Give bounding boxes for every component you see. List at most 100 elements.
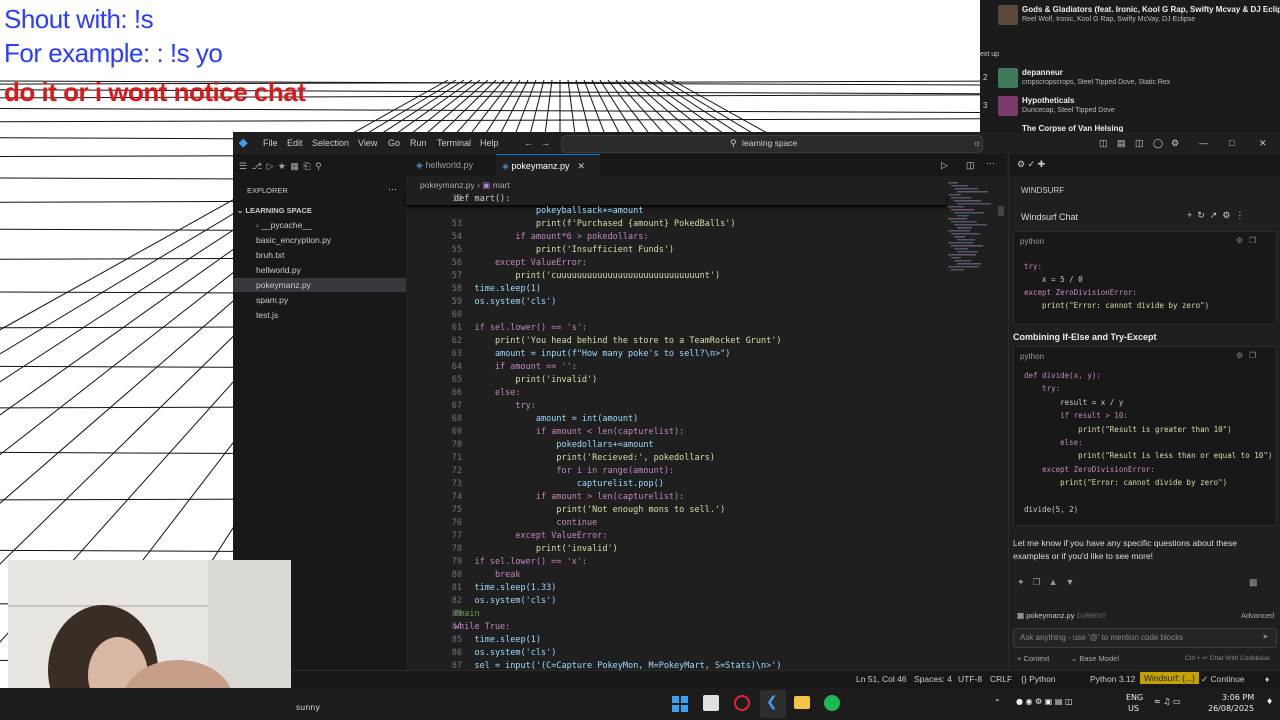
send-icon[interactable]: ➤ [1262, 632, 1269, 641]
windsurf-status-badge[interactable]: Windsurf: {...} [1140, 672, 1200, 684]
vscode-taskbar-active[interactable]: ❮ [760, 690, 786, 718]
account-icon[interactable]: ◯ [1153, 138, 1163, 149]
copilot-icon[interactable]: ☼ [973, 138, 981, 148]
more-icon[interactable]: ⋯ [986, 158, 995, 169]
notification-bell-icon[interactable]: ♦ [1266, 697, 1273, 706]
command-center-search[interactable]: ⚲ learning space [561, 135, 983, 153]
code-row[interactable]: 59 os.system('cls') [406, 297, 946, 310]
tree-item-selected[interactable]: pokeymanz.py [256, 280, 311, 290]
queue-item[interactable]: 2 depanneur cropscropscrops, Steel Tippe… [980, 68, 1280, 94]
panel-icons[interactable]: ⚙ ✓ ✚ [1017, 159, 1045, 170]
code-row[interactable]: 80 break [406, 570, 946, 583]
menu-selection[interactable]: Selection [312, 138, 349, 148]
chat-toolbar-icons[interactable]: +↻↗⚙⋮ [1187, 210, 1249, 221]
tree-item[interactable]: bruh.txt [256, 250, 284, 260]
tree-item[interactable]: test.js [256, 310, 278, 320]
chevron-up-icon[interactable]: ⌃ [994, 698, 1001, 707]
line-ending[interactable]: CRLF [990, 674, 1012, 684]
code-row[interactable]: 83 #main [406, 609, 946, 622]
code-row[interactable]: 76 continue [406, 518, 946, 531]
tree-item[interactable]: hellworld.py [256, 265, 301, 275]
code-row[interactable]: 61 if sel.lower() == 's': [406, 323, 946, 336]
menu-go[interactable]: Go [388, 138, 400, 148]
folder-header[interactable]: ⌄ LEARNING SPACE [237, 206, 312, 215]
maximize-icon[interactable]: □ [1229, 138, 1234, 148]
code-row[interactable]: 85 time.sleep(1) [406, 635, 946, 648]
code-row[interactable]: 58 time.sleep(1) [406, 284, 946, 297]
code-row[interactable]: 79 if sel.lower() == 'x': [406, 557, 946, 570]
feedback-icons[interactable]: ✦❐▲▼ [1017, 577, 1082, 588]
settings-gear-icon[interactable]: ⚙ [1171, 138, 1179, 149]
code-row[interactable]: 71 print('Recieved:', pokedollars) [406, 453, 946, 466]
scrollbar[interactable] [998, 206, 1004, 216]
code-row[interactable]: 73 capturelist.pop() [406, 479, 946, 492]
language-mode[interactable]: {} Python [1021, 674, 1056, 684]
menu-help[interactable]: Help [480, 138, 499, 148]
code-row[interactable]: 67 try: [406, 401, 946, 414]
code-row[interactable]: 77 except ValueError: [406, 531, 946, 544]
code-row[interactable]: 69 if amount < len(capturelist): [406, 427, 946, 440]
start-button[interactable] [672, 696, 688, 712]
code-row[interactable]: 86 os.system('cls') [406, 648, 946, 661]
menu-edit[interactable]: Edit [287, 138, 303, 148]
continue-status[interactable]: ✓ Continue [1201, 674, 1245, 685]
split-editor-icon[interactable]: ◫ [966, 160, 975, 171]
code-row[interactable]: 57 print('cuuuuuuuuuuuuuuuuuuuuuuuuuuuun… [406, 271, 946, 284]
tree-item[interactable]: spam.py [256, 295, 288, 305]
tab-pokeymanz[interactable]: ◈ pokeymanz.py ✕ [496, 154, 600, 177]
code-row[interactable]: 84 while True: [406, 622, 946, 635]
context-file-pill[interactable]: ▦ pokeymanz.py CURRENT [1017, 611, 1106, 620]
code-row[interactable]: 60 [406, 310, 946, 323]
tree-item[interactable]: › __pycache__ [256, 220, 312, 230]
indent-spaces[interactable]: Spaces: 4 [914, 674, 952, 684]
minimize-icon[interactable]: — [1199, 138, 1208, 148]
context-button[interactable]: + Context [1017, 654, 1049, 663]
tab-hellworld[interactable]: ◈ hellworld.py [416, 154, 496, 176]
menu-run[interactable]: Run [410, 138, 427, 148]
now-playing-row[interactable]: Gods & Gladiators (feat. Ironic, Kool G … [980, 5, 1280, 31]
bell-icon[interactable]: ♦ [1265, 674, 1269, 684]
code-row[interactable]: 56 except ValueError: [406, 258, 946, 271]
more-actions-icon[interactable]: ⋯ [388, 184, 397, 195]
chat-input[interactable]: Ask anything - use '@' to mention code b… [1013, 628, 1277, 648]
code-row[interactable]: 75 print('Not enough mons to sell.') [406, 505, 946, 518]
tray-icons[interactable]: ● ◉ ⚙ ▣ ▤ ◫ [1016, 697, 1073, 706]
tree-item[interactable]: basic_encryption.py [256, 235, 331, 245]
code-row[interactable]: 54 if amount*6 > pokedollars: [406, 232, 946, 245]
cursor-position[interactable]: Ln 51, Col 46 [856, 674, 907, 684]
close-tab-icon[interactable]: ✕ [577, 161, 585, 171]
clock-time[interactable]: 3:06 PM [1222, 693, 1254, 702]
keyboard-language[interactable]: ENG [1126, 693, 1143, 702]
layout-secondary-icon[interactable]: ◫ [1135, 138, 1144, 149]
run-play-icon[interactable]: ▷ [941, 160, 948, 171]
code-row[interactable]: 62 print('You head behind the store to a… [406, 336, 946, 349]
code-row[interactable]: 72 for i in range(amount): [406, 466, 946, 479]
copy-insert-icons[interactable]: ⚙❐ [1236, 351, 1262, 360]
forward-arrow-icon[interactable]: → [541, 138, 550, 148]
code-row[interactable]: 55 print('Insufficient Funds') [406, 245, 946, 258]
code-row[interactable]: 68 amount = int(amount) [406, 414, 946, 427]
code-row[interactable]: 63 amount = input(f"How many poke's to s… [406, 349, 946, 362]
code-editor[interactable]: pokeyballsack+=amount 53 print(f'Purchase… [406, 206, 946, 692]
notepad-app-icon[interactable] [703, 695, 719, 711]
code-row[interactable]: 78 print('invalid') [406, 544, 946, 557]
encoding[interactable]: UTF-8 [958, 674, 982, 684]
menu-terminal[interactable]: Terminal [437, 138, 471, 148]
code-row[interactable]: 74 if amount > len(capturelist): [406, 492, 946, 505]
file-explorer-icon[interactable] [794, 696, 810, 709]
copy-insert-icons[interactable]: ⚙❐ [1236, 236, 1262, 245]
code-row[interactable]: 53 print(f'Purchased {amount} PokedBalls… [406, 219, 946, 232]
advanced-link[interactable]: Advanced [1241, 611, 1274, 620]
minimap[interactable] [946, 182, 996, 272]
menu-file[interactable]: File [263, 138, 278, 148]
opera-app-icon[interactable] [734, 695, 750, 711]
layout-panel-icon[interactable]: ▤ [1117, 138, 1126, 149]
code-row[interactable]: pokeyballsack+=amount [406, 206, 946, 219]
queue-item[interactable]: 3 Hypotheticals Duncecap, Steel Tipped D… [980, 96, 1280, 122]
back-arrow-icon[interactable]: ← [524, 138, 533, 148]
chart-icon[interactable]: ▩ [1249, 577, 1258, 588]
code-row[interactable]: 82 os.system('cls') [406, 596, 946, 609]
close-icon[interactable]: ✕ [1259, 138, 1267, 149]
code-row[interactable]: 65 print('invalid') [406, 375, 946, 388]
python-version[interactable]: Python 3.12 [1090, 674, 1135, 684]
